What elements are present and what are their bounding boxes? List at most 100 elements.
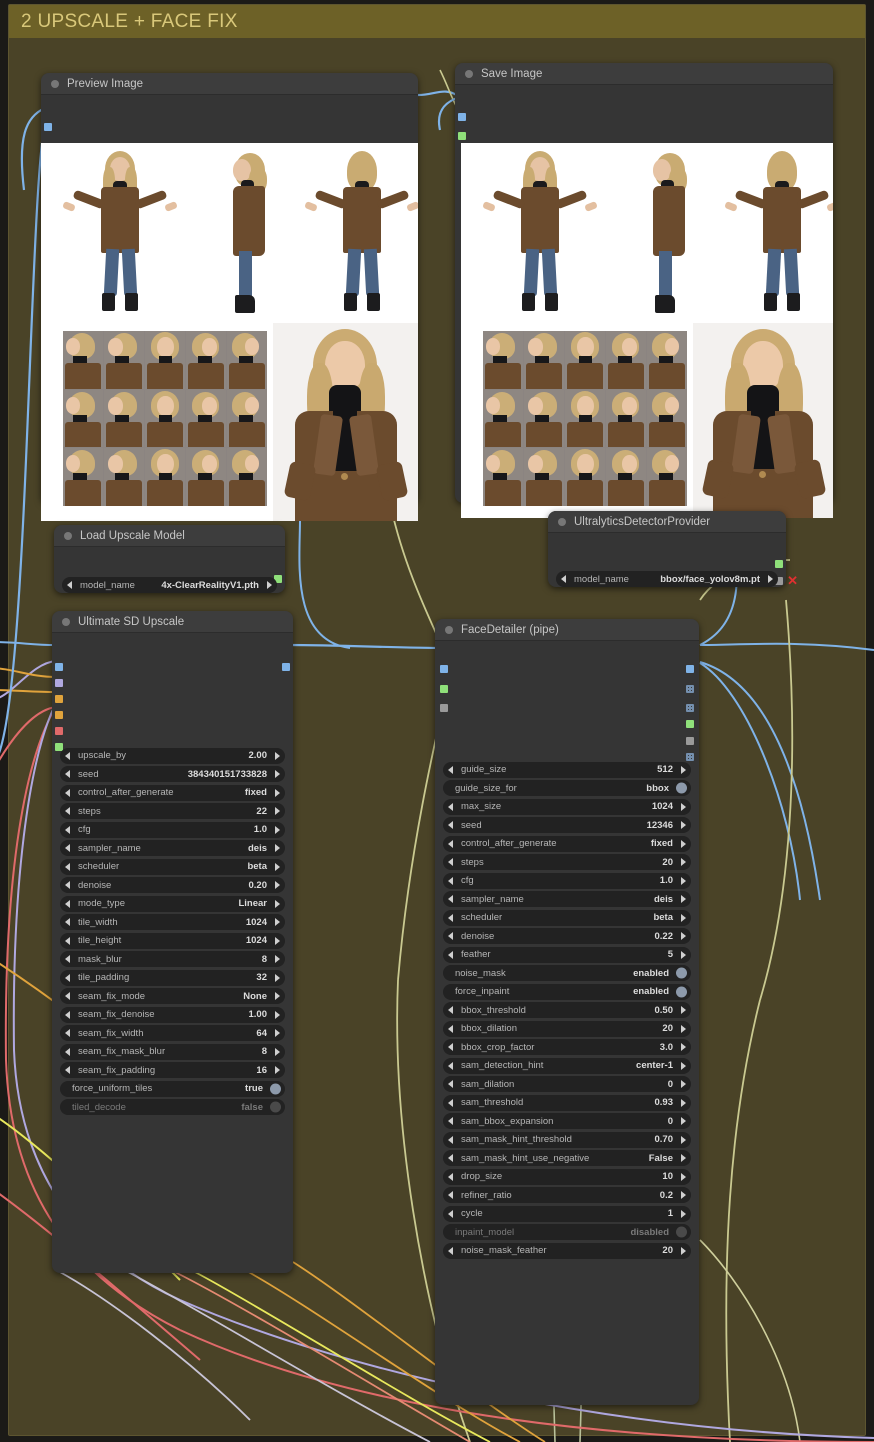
- decrement-arrow-icon[interactable]: [65, 770, 70, 778]
- widget-bbox-threshold[interactable]: bbox_threshold 0.50: [443, 1002, 691, 1018]
- decrement-arrow-icon[interactable]: [448, 950, 453, 959]
- decrement-arrow-icon[interactable]: [67, 581, 72, 589]
- increment-arrow-icon[interactable]: [275, 825, 280, 834]
- increment-arrow-icon[interactable]: [275, 770, 280, 778]
- node-save-image[interactable]: Save Image: [455, 63, 833, 518]
- widget-seam-fix-width[interactable]: seam_fix_width 64: [60, 1025, 285, 1041]
- toggle-knob-icon[interactable]: [676, 1226, 687, 1238]
- widget-denoise[interactable]: denoise 0.20: [60, 877, 285, 893]
- widget-sam-bbox-expansion[interactable]: sam_bbox_expansion 0: [443, 1113, 691, 1129]
- increment-arrow-icon[interactable]: [681, 913, 686, 922]
- widget-guide-size[interactable]: guide_size 512: [443, 761, 691, 778]
- decrement-arrow-icon[interactable]: [448, 876, 453, 885]
- increment-arrow-icon[interactable]: [275, 862, 280, 871]
- widget-sam-threshold[interactable]: sam_threshold 0.93: [443, 1094, 691, 1111]
- comfyui-canvas[interactable]: 2 UPSCALE + FACE FIX Preview Image Save …: [0, 0, 874, 1442]
- increment-arrow-icon[interactable]: [681, 1006, 686, 1014]
- decrement-arrow-icon[interactable]: [448, 1172, 453, 1181]
- increment-arrow-icon[interactable]: [681, 765, 686, 774]
- increment-arrow-icon[interactable]: [275, 955, 280, 963]
- increment-arrow-icon[interactable]: [681, 858, 686, 866]
- decrement-arrow-icon[interactable]: [448, 913, 453, 922]
- decrement-arrow-icon[interactable]: [65, 1047, 70, 1056]
- toggle-knob-icon[interactable]: [676, 782, 687, 794]
- increment-arrow-icon[interactable]: [681, 932, 686, 940]
- widget-sampler-name[interactable]: sampler_name deis: [443, 891, 691, 907]
- widget-scheduler[interactable]: scheduler beta: [443, 909, 691, 926]
- decrement-arrow-icon[interactable]: [448, 1098, 453, 1107]
- increment-arrow-icon[interactable]: [681, 1154, 686, 1162]
- widget-mask-blur[interactable]: mask_blur 8: [60, 951, 285, 967]
- port-usdu-in-positive[interactable]: [55, 695, 63, 703]
- decrement-arrow-icon[interactable]: [65, 1010, 70, 1019]
- widget-seam-fix-denoise[interactable]: seam_fix_denoise 1.00: [60, 1006, 285, 1023]
- widget-inpaint-model[interactable]: inpaint_model disabled: [443, 1224, 691, 1240]
- increment-arrow-icon[interactable]: [275, 807, 280, 815]
- group-title-bar[interactable]: 2 UPSCALE + FACE FIX: [9, 5, 865, 38]
- decrement-arrow-icon[interactable]: [448, 1006, 453, 1014]
- widget-tile-width[interactable]: tile_width 1024: [60, 914, 285, 930]
- decrement-arrow-icon[interactable]: [448, 1209, 453, 1218]
- increment-arrow-icon[interactable]: [681, 821, 686, 829]
- increment-arrow-icon[interactable]: [681, 1117, 686, 1125]
- node-ultimate-sd-upscale[interactable]: Ultimate SD Upscale upscale_by 2.00 seed…: [52, 611, 293, 1273]
- widget-seed[interactable]: seed 384340151733828: [60, 766, 285, 782]
- increment-arrow-icon[interactable]: [275, 1066, 280, 1074]
- toggle-knob-icon[interactable]: [270, 1101, 281, 1113]
- collapse-dot-icon[interactable]: [445, 625, 453, 634]
- toggle-knob-icon[interactable]: [676, 986, 687, 997]
- increment-arrow-icon[interactable]: [681, 1135, 686, 1144]
- widget-steps[interactable]: steps 22: [60, 803, 285, 819]
- widget-noise-mask[interactable]: noise_mask enabled: [443, 965, 691, 981]
- port-fd-in-mask[interactable]: [440, 704, 448, 712]
- increment-arrow-icon[interactable]: [275, 992, 280, 1000]
- decrement-arrow-icon[interactable]: [448, 858, 453, 866]
- collapse-dot-icon[interactable]: [64, 531, 72, 540]
- widget-max-size[interactable]: max_size 1024: [443, 798, 691, 815]
- decrement-arrow-icon[interactable]: [448, 1191, 453, 1199]
- increment-arrow-icon[interactable]: [267, 581, 272, 589]
- decrement-arrow-icon[interactable]: [448, 1154, 453, 1162]
- port-bbox-detector-output[interactable]: [775, 560, 783, 568]
- port-fd-in-detailer-pipe[interactable]: [440, 665, 448, 673]
- preview-image-header[interactable]: Preview Image: [41, 73, 418, 95]
- widget-force-uniform-tiles[interactable]: force_uniform_tiles true: [60, 1080, 285, 1097]
- widget-feather[interactable]: feather 5: [443, 946, 691, 963]
- port-fd-in-image[interactable]: [440, 685, 448, 693]
- port-usdu-out-image[interactable]: [282, 663, 290, 671]
- port-fd-out-cropped-refined[interactable]: [686, 685, 694, 693]
- increment-arrow-icon[interactable]: [275, 788, 280, 797]
- widget-sam-dilation[interactable]: sam_dilation 0: [443, 1076, 691, 1092]
- increment-arrow-icon[interactable]: [681, 1172, 686, 1181]
- decrement-arrow-icon[interactable]: [65, 899, 70, 908]
- increment-arrow-icon[interactable]: [681, 839, 686, 848]
- widget-seam-fix-mask-blur[interactable]: seam_fix_mask_blur 8: [60, 1043, 285, 1060]
- increment-arrow-icon[interactable]: [681, 876, 686, 885]
- decrement-arrow-icon[interactable]: [448, 895, 453, 903]
- decrement-arrow-icon[interactable]: [65, 1066, 70, 1074]
- increment-arrow-icon[interactable]: [275, 1010, 280, 1019]
- decrement-arrow-icon[interactable]: [448, 765, 453, 774]
- decrement-arrow-icon[interactable]: [65, 751, 70, 760]
- decrement-arrow-icon[interactable]: [561, 575, 566, 583]
- toggle-knob-icon[interactable]: [270, 1083, 281, 1094]
- port-preview-image-input[interactable]: [44, 123, 52, 131]
- increment-arrow-icon[interactable]: [275, 881, 280, 889]
- increment-arrow-icon[interactable]: [681, 1246, 686, 1255]
- widget-denoise[interactable]: denoise 0.22: [443, 928, 691, 944]
- widget-scheduler[interactable]: scheduler beta: [60, 858, 285, 875]
- port-fd-out-mask[interactable]: [686, 720, 694, 728]
- ultimate-sd-upscale-header[interactable]: Ultimate SD Upscale: [52, 611, 293, 633]
- collapse-dot-icon[interactable]: [62, 617, 70, 626]
- increment-arrow-icon[interactable]: [275, 918, 280, 926]
- decrement-arrow-icon[interactable]: [65, 862, 70, 871]
- collapse-dot-icon[interactable]: [51, 79, 59, 88]
- increment-arrow-icon[interactable]: [681, 1191, 686, 1199]
- decrement-arrow-icon[interactable]: [65, 807, 70, 815]
- decrement-arrow-icon[interactable]: [448, 1080, 453, 1088]
- widget-model-name[interactable]: model_name bbox/face_yolov8m.pt: [556, 571, 778, 587]
- increment-arrow-icon[interactable]: [681, 895, 686, 903]
- widget-cfg[interactable]: cfg 1.0: [443, 872, 691, 889]
- port-fd-out-cropped-enhanced-alpha[interactable]: [686, 704, 694, 712]
- port-usdu-in-negative[interactable]: [55, 711, 63, 719]
